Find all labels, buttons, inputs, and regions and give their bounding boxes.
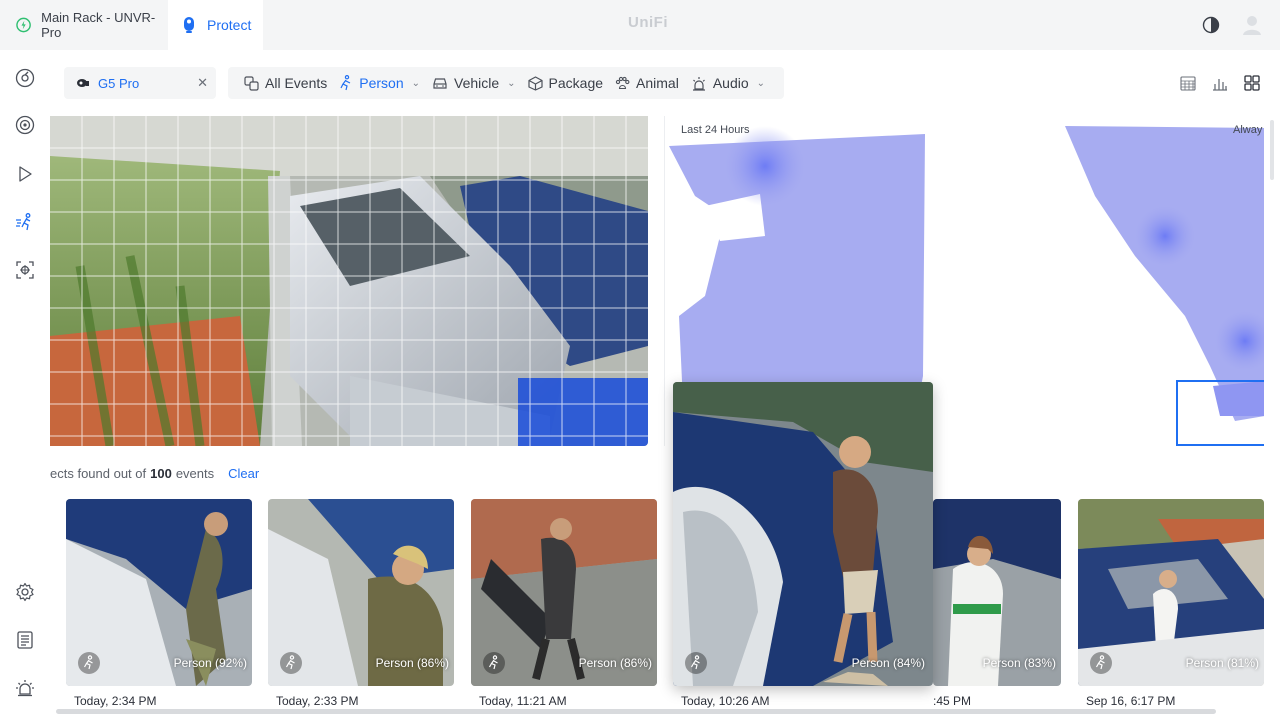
devices-icon[interactable] [13, 113, 37, 137]
package-icon [527, 75, 543, 91]
animal-filter[interactable]: Animal [609, 67, 685, 99]
results-prefix: ects found out of [50, 465, 147, 481]
person-icon [280, 652, 302, 674]
event-time: :45 PM [933, 694, 972, 708]
event-card[interactable]: Person (83%) [933, 499, 1061, 686]
event-time: Today, 10:26 AM [681, 694, 770, 708]
event-time: Today, 2:33 PM [276, 694, 359, 708]
event-card[interactable]: Person (86%) [471, 499, 657, 686]
filter-bar: G5 Pro ✕ All Events Person ⌄ Vehicle ⌄ P… [50, 50, 1280, 116]
package-label: Package [548, 75, 604, 91]
vehicle-icon [433, 78, 447, 89]
chevron-down-icon: ⌄ [756, 77, 766, 89]
logs-icon[interactable] [13, 628, 37, 652]
clear-button[interactable]: Clear [228, 466, 259, 481]
person-filter[interactable]: Person ⌄ [333, 67, 426, 99]
vehicle-filter[interactable]: Vehicle ⌄ [426, 67, 522, 99]
event-time: Sep 16, 6:17 PM [1086, 694, 1176, 708]
all-events-filter[interactable]: All Events [238, 67, 333, 99]
alignment-icon[interactable] [13, 258, 37, 282]
event-confidence: Person (86%) [578, 656, 652, 670]
site-name: Main Rack - UNVR-Pro [41, 10, 156, 40]
audio-filter[interactable]: Audio ⌄ [685, 67, 771, 99]
site-tab[interactable]: Main Rack - UNVR-Pro [0, 0, 168, 50]
event-time: Today, 2:34 PM [74, 694, 157, 708]
event-confidence: Person (81%) [1185, 656, 1259, 670]
heatmap-mode-label: Alway [1233, 124, 1263, 136]
person-icon [483, 652, 505, 674]
vertical-scrollbar[interactable] [1270, 120, 1274, 180]
chevron-down-icon: ⌄ [411, 77, 420, 89]
user-avatar-icon[interactable] [1240, 13, 1264, 37]
audio-icon [692, 76, 705, 91]
alarm-icon[interactable] [13, 676, 37, 700]
event-confidence: Person (83%) [982, 656, 1056, 670]
camera-scene-image [50, 116, 648, 446]
camera-icon [77, 79, 89, 87]
chart-view-icon[interactable] [1212, 75, 1228, 91]
event-confidence: Person (84%) [851, 656, 925, 670]
protect-camera-icon [184, 17, 194, 33]
all-events-label: All Events [265, 75, 328, 91]
unifi-status-icon [16, 17, 31, 33]
event-time: Today, 11:21 AM [479, 694, 567, 708]
event-type-filters: All Events Person ⌄ Vehicle ⌄ Package An… [228, 67, 784, 99]
heatmap-range-label: Last 24 Hours [681, 124, 750, 136]
person-icon [1090, 652, 1112, 674]
protect-tab[interactable]: Protect [168, 0, 263, 50]
horizontal-scrollbar[interactable] [56, 709, 1216, 714]
person-icon [78, 652, 100, 674]
event-preview-popup[interactable]: Person (84%) [673, 382, 933, 686]
event-card[interactable]: Person (86%) [268, 499, 454, 686]
camera-snapshot-grid[interactable] [50, 116, 648, 446]
audio-label: Audio [712, 75, 749, 91]
top-bar: Main Rack - UNVR-Pro Protect UniFi [0, 0, 1280, 50]
results-total: 100 [150, 465, 172, 481]
grid-view-icon[interactable] [1244, 75, 1260, 91]
results-summary: ects found out of 100 events Clear [50, 462, 670, 484]
person-label: Person [359, 75, 404, 91]
camera-filter-label: G5 Pro [98, 75, 140, 91]
person-icon [685, 652, 707, 674]
camera-filter-chip[interactable]: G5 Pro ✕ [64, 67, 216, 99]
dashboard-icon[interactable] [13, 66, 37, 90]
all-events-icon [244, 75, 259, 91]
person-icon [340, 75, 351, 91]
event-confidence: Person (92%) [173, 656, 247, 670]
animal-icon [615, 76, 630, 89]
left-nav [0, 50, 50, 720]
detections-icon[interactable] [13, 210, 37, 234]
chevron-down-icon: ⌄ [507, 77, 516, 89]
vehicle-label: Vehicle [454, 75, 500, 91]
protect-tab-label: Protect [207, 17, 252, 33]
theme-toggle-icon[interactable] [1202, 16, 1220, 34]
event-confidence: Person (86%) [375, 656, 449, 670]
calendar-view-icon[interactable] [1180, 75, 1196, 91]
event-card[interactable]: Person (81%) [1078, 499, 1264, 686]
brand-logo: UniFi [628, 14, 668, 31]
animal-label: Animal [636, 75, 679, 91]
event-card[interactable]: Person (92%) [66, 499, 252, 686]
settings-icon[interactable] [13, 580, 37, 604]
package-filter[interactable]: Package [522, 67, 609, 99]
play-icon[interactable] [13, 162, 37, 186]
results-suffix: events [175, 465, 215, 481]
close-icon[interactable]: ✕ [197, 75, 208, 91]
event-preview-image [673, 382, 933, 686]
